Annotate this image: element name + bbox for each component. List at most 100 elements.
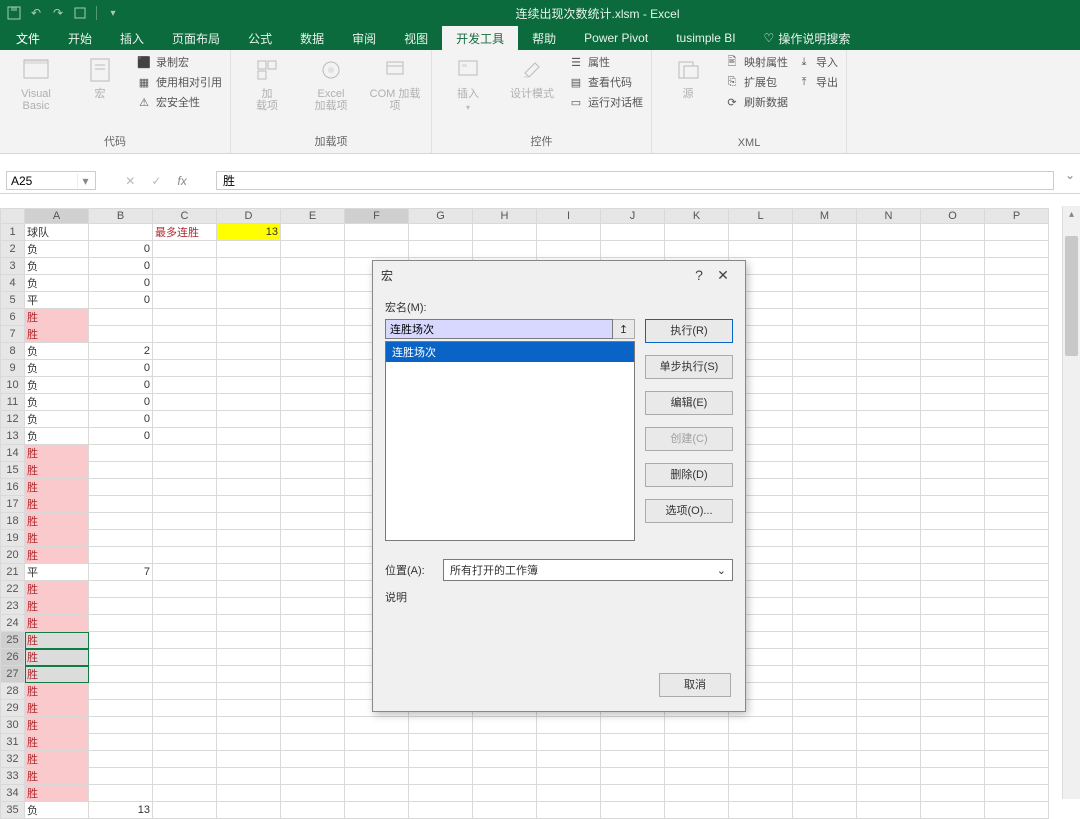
col-header-D[interactable]: D: [217, 209, 281, 224]
select-all-corner[interactable]: [1, 209, 25, 224]
cell-B5[interactable]: 0: [89, 292, 153, 309]
cell-A16[interactable]: 胜: [25, 479, 89, 496]
cell-A18[interactable]: 胜: [25, 513, 89, 530]
cell-B26[interactable]: [89, 649, 153, 666]
formula-expand-icon[interactable]: ⌄: [1060, 168, 1080, 193]
cell-O27[interactable]: [921, 666, 985, 683]
cell-M11[interactable]: [793, 394, 857, 411]
cell-P29[interactable]: [985, 700, 1049, 717]
cell-D7[interactable]: [217, 326, 281, 343]
cell-B10[interactable]: 0: [89, 377, 153, 394]
macros-button[interactable]: 宏: [72, 54, 128, 100]
cell-E31[interactable]: [281, 734, 345, 751]
cell-D10[interactable]: [217, 377, 281, 394]
export-button[interactable]: ⤒导出: [796, 74, 838, 90]
cell-D3[interactable]: [217, 258, 281, 275]
cell-B1[interactable]: [89, 224, 153, 241]
cell-E29[interactable]: [281, 700, 345, 717]
cell-E19[interactable]: [281, 530, 345, 547]
row-header-16[interactable]: 16: [1, 479, 25, 496]
cell-C18[interactable]: [153, 513, 217, 530]
cell-E32[interactable]: [281, 751, 345, 768]
row-header-4[interactable]: 4: [1, 275, 25, 292]
cell-E1[interactable]: [281, 224, 345, 241]
cell-G2[interactable]: [409, 241, 473, 258]
cell-P33[interactable]: [985, 768, 1049, 785]
col-header-O[interactable]: O: [921, 209, 985, 224]
step-button[interactable]: 单步执行(S): [645, 355, 733, 379]
cell-C33[interactable]: [153, 768, 217, 785]
cell-C5[interactable]: [153, 292, 217, 309]
col-header-G[interactable]: G: [409, 209, 473, 224]
macro-list-item[interactable]: 连胜场次: [386, 342, 634, 362]
cell-M24[interactable]: [793, 615, 857, 632]
cell-O25[interactable]: [921, 632, 985, 649]
cell-N8[interactable]: [857, 343, 921, 360]
cell-G31[interactable]: [409, 734, 473, 751]
cell-E3[interactable]: [281, 258, 345, 275]
cell-B4[interactable]: 0: [89, 275, 153, 292]
cell-H1[interactable]: [473, 224, 537, 241]
row-header-24[interactable]: 24: [1, 615, 25, 632]
refresh-button[interactable]: ⟳刷新数据: [724, 94, 788, 110]
row-header-10[interactable]: 10: [1, 377, 25, 394]
cell-D33[interactable]: [217, 768, 281, 785]
tab-tellme[interactable]: ♡操作说明搜索: [750, 26, 865, 50]
cell-O10[interactable]: [921, 377, 985, 394]
cell-P8[interactable]: [985, 343, 1049, 360]
name-box-input[interactable]: [7, 174, 77, 188]
cell-O26[interactable]: [921, 649, 985, 666]
cell-J1[interactable]: [601, 224, 665, 241]
cell-A28[interactable]: 胜: [25, 683, 89, 700]
cell-P15[interactable]: [985, 462, 1049, 479]
cell-C6[interactable]: [153, 309, 217, 326]
cell-E20[interactable]: [281, 547, 345, 564]
cell-D14[interactable]: [217, 445, 281, 462]
cell-P9[interactable]: [985, 360, 1049, 377]
cell-H2[interactable]: [473, 241, 537, 258]
cell-M21[interactable]: [793, 564, 857, 581]
cell-P31[interactable]: [985, 734, 1049, 751]
cell-G32[interactable]: [409, 751, 473, 768]
cell-E18[interactable]: [281, 513, 345, 530]
map-props-button[interactable]: 🖹映射属性: [724, 54, 788, 70]
cell-C28[interactable]: [153, 683, 217, 700]
addins-button[interactable]: 加 载项: [239, 54, 295, 112]
col-header-N[interactable]: N: [857, 209, 921, 224]
cell-A17[interactable]: 胜: [25, 496, 89, 513]
cell-J30[interactable]: [601, 717, 665, 734]
cell-D26[interactable]: [217, 649, 281, 666]
cell-M31[interactable]: [793, 734, 857, 751]
row-header-7[interactable]: 7: [1, 326, 25, 343]
cell-E35[interactable]: [281, 802, 345, 819]
cell-D35[interactable]: [217, 802, 281, 819]
cell-D24[interactable]: [217, 615, 281, 632]
cell-B13[interactable]: 0: [89, 428, 153, 445]
cell-O8[interactable]: [921, 343, 985, 360]
cell-H32[interactable]: [473, 751, 537, 768]
row-header-6[interactable]: 6: [1, 309, 25, 326]
cell-P35[interactable]: [985, 802, 1049, 819]
cell-K32[interactable]: [665, 751, 729, 768]
cell-O6[interactable]: [921, 309, 985, 326]
cell-E24[interactable]: [281, 615, 345, 632]
cell-D27[interactable]: [217, 666, 281, 683]
cell-N3[interactable]: [857, 258, 921, 275]
row-header-19[interactable]: 19: [1, 530, 25, 547]
cell-M8[interactable]: [793, 343, 857, 360]
cell-B18[interactable]: [89, 513, 153, 530]
cell-M4[interactable]: [793, 275, 857, 292]
cell-A3[interactable]: 负: [25, 258, 89, 275]
cell-A35[interactable]: 负: [25, 802, 89, 819]
cell-A24[interactable]: 胜: [25, 615, 89, 632]
options-button[interactable]: 选项(O)...: [645, 499, 733, 523]
cell-H30[interactable]: [473, 717, 537, 734]
cell-E27[interactable]: [281, 666, 345, 683]
cell-P13[interactable]: [985, 428, 1049, 445]
macro-name-ref-icon[interactable]: ↥: [613, 319, 635, 339]
cell-P27[interactable]: [985, 666, 1049, 683]
cell-M1[interactable]: [793, 224, 857, 241]
cancel-button[interactable]: 取消: [659, 673, 731, 697]
cell-P3[interactable]: [985, 258, 1049, 275]
cell-A26[interactable]: 胜: [25, 649, 89, 666]
